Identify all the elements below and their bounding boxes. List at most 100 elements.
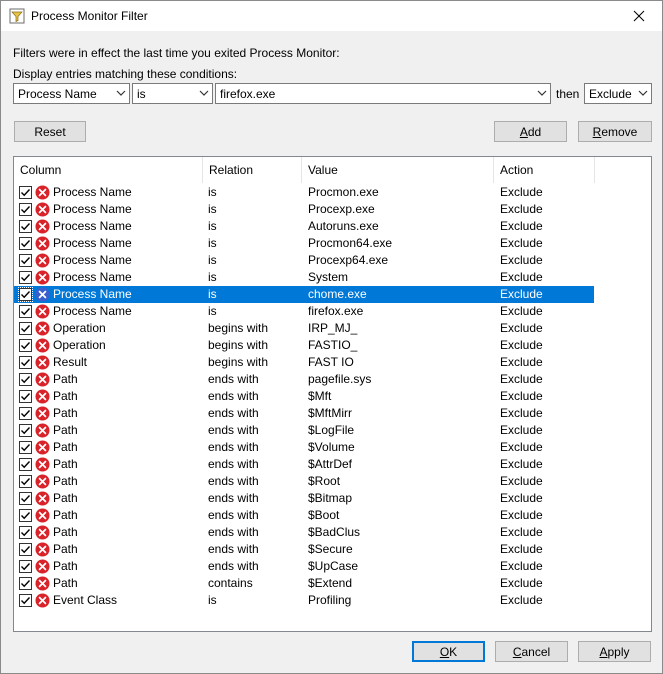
exclude-icon bbox=[35, 474, 50, 489]
action-select[interactable]: Exclude bbox=[584, 83, 652, 104]
cell-value: Profiling bbox=[308, 593, 352, 607]
row-checkbox[interactable] bbox=[19, 560, 32, 573]
value-combobox[interactable]: firefox.exe bbox=[215, 83, 551, 104]
row-checkbox[interactable] bbox=[19, 186, 32, 199]
checkmark-icon bbox=[21, 597, 31, 605]
row-checkbox[interactable] bbox=[19, 492, 32, 505]
row-checkbox[interactable] bbox=[19, 203, 32, 216]
row-checkbox[interactable] bbox=[19, 237, 32, 250]
apply-label-rest: pply bbox=[607, 644, 630, 659]
table-row[interactable]: Process Name is Procexp64.exe Exclude bbox=[14, 252, 594, 269]
add-button[interactable]: Add bbox=[494, 121, 567, 142]
relation-select[interactable]: is bbox=[132, 83, 213, 104]
row-checkbox[interactable] bbox=[19, 271, 32, 284]
table-row[interactable]: Path ends with $Boot Exclude bbox=[14, 507, 594, 524]
table-row[interactable]: Process Name is Autoruns.exe Exclude bbox=[14, 218, 594, 235]
table-row[interactable]: Path ends with $Root Exclude bbox=[14, 473, 594, 490]
cell-relation: contains bbox=[208, 576, 253, 590]
cell-relation: is bbox=[208, 185, 217, 199]
table-row[interactable]: Path ends with pagefile.sys Exclude bbox=[14, 371, 594, 388]
table-row[interactable]: Operation begins with IRP_MJ_ Exclude bbox=[14, 320, 594, 337]
row-checkbox[interactable] bbox=[18, 287, 33, 302]
table-row[interactable]: Process Name is firefox.exe Exclude bbox=[14, 303, 594, 320]
row-checkbox[interactable] bbox=[19, 373, 32, 386]
table-row[interactable]: Path ends with $UpCase Exclude bbox=[14, 558, 594, 575]
cancel-label-rest: ancel bbox=[521, 644, 551, 659]
cell-column: Path bbox=[53, 559, 78, 573]
row-checkbox[interactable] bbox=[19, 526, 32, 539]
row-checkbox[interactable] bbox=[19, 543, 32, 556]
column-select[interactable]: Process Name bbox=[13, 83, 130, 104]
exclude-icon bbox=[35, 576, 50, 591]
exclude-icon bbox=[35, 491, 50, 506]
ok-button[interactable]: OK bbox=[412, 641, 485, 662]
column-select-value: Process Name bbox=[18, 86, 97, 101]
table-row[interactable]: Process Name is System Exclude bbox=[14, 269, 594, 286]
table-row[interactable]: Result begins with FAST IO Exclude bbox=[14, 354, 594, 371]
table-row[interactable]: Path ends with $LogFile Exclude bbox=[14, 422, 594, 439]
row-checkbox[interactable] bbox=[19, 407, 32, 420]
row-checkbox[interactable] bbox=[19, 390, 32, 403]
column-header-column[interactable]: Column bbox=[14, 157, 203, 183]
table-row[interactable]: Path contains $Extend Exclude bbox=[14, 575, 594, 592]
table-row[interactable]: Process Name is chome.exe Exclude bbox=[14, 286, 594, 303]
table-row[interactable]: Process Name is Procmon.exe Exclude bbox=[14, 184, 594, 201]
checkmark-icon bbox=[21, 563, 31, 571]
row-checkbox[interactable] bbox=[19, 594, 32, 607]
table-row[interactable]: Event Class is Profiling Exclude bbox=[14, 592, 594, 609]
row-checkbox[interactable] bbox=[19, 220, 32, 233]
cell-relation: is bbox=[208, 236, 217, 250]
table-row[interactable]: Path ends with $Volume Exclude bbox=[14, 439, 594, 456]
apply-label-accesskey: A bbox=[599, 644, 608, 659]
exclude-icon bbox=[35, 457, 50, 472]
table-row[interactable]: Path ends with $MftMirr Exclude bbox=[14, 405, 594, 422]
row-checkbox[interactable] bbox=[19, 577, 32, 590]
list-header: Column Relation Value Action bbox=[14, 157, 651, 183]
row-checkbox[interactable] bbox=[19, 509, 32, 522]
table-row[interactable]: Process Name is Procmon64.exe Exclude bbox=[14, 235, 594, 252]
ok-label-accesskey: O bbox=[439, 644, 450, 659]
checkmark-icon bbox=[21, 393, 31, 401]
column-header-action[interactable]: Action bbox=[494, 157, 595, 183]
row-checkbox[interactable] bbox=[19, 458, 32, 471]
cell-relation: ends with bbox=[208, 491, 259, 505]
row-checkbox[interactable] bbox=[19, 424, 32, 437]
intro-text: Filters were in effect the last time you… bbox=[13, 46, 340, 60]
row-checkbox[interactable] bbox=[19, 475, 32, 488]
row-checkbox[interactable] bbox=[19, 356, 32, 369]
checkmark-icon bbox=[21, 223, 31, 231]
table-row[interactable]: Process Name is Procexp.exe Exclude bbox=[14, 201, 594, 218]
remove-button[interactable]: Remove bbox=[578, 121, 652, 142]
cell-value: $Volume bbox=[308, 440, 355, 454]
then-label: then bbox=[556, 87, 580, 101]
cell-relation: ends with bbox=[208, 372, 259, 386]
title-bar: Process Monitor Filter bbox=[1, 1, 662, 31]
cancel-button[interactable]: Cancel bbox=[495, 641, 568, 662]
table-row[interactable]: Path ends with $AttrDef Exclude bbox=[14, 456, 594, 473]
row-checkbox[interactable] bbox=[19, 305, 32, 318]
column-header-relation[interactable]: Relation bbox=[203, 157, 302, 183]
add-label-rest: dd bbox=[527, 124, 542, 139]
exclude-icon bbox=[35, 236, 50, 251]
column-header-value[interactable]: Value bbox=[302, 157, 494, 183]
table-row[interactable]: Path ends with $Secure Exclude bbox=[14, 541, 594, 558]
reset-button[interactable]: Reset bbox=[14, 121, 86, 142]
cell-value: $Secure bbox=[308, 542, 353, 556]
exclude-icon bbox=[35, 406, 50, 421]
table-row[interactable]: Path ends with $Bitmap Exclude bbox=[14, 490, 594, 507]
table-row[interactable]: Path ends with $BadClus Exclude bbox=[14, 524, 594, 541]
cell-column: Path bbox=[53, 542, 78, 556]
checkmark-icon bbox=[21, 342, 31, 350]
row-checkbox[interactable] bbox=[19, 441, 32, 454]
apply-button[interactable]: Apply bbox=[578, 641, 651, 662]
cell-relation: is bbox=[208, 202, 217, 216]
filter-list[interactable]: Column Relation Value Action Process Nam… bbox=[13, 156, 652, 632]
cell-action: Exclude bbox=[500, 185, 543, 199]
cell-column: Path bbox=[53, 440, 78, 454]
row-checkbox[interactable] bbox=[19, 254, 32, 267]
close-button[interactable] bbox=[616, 1, 662, 31]
row-checkbox[interactable] bbox=[19, 339, 32, 352]
table-row[interactable]: Operation begins with FASTIO_ Exclude bbox=[14, 337, 594, 354]
row-checkbox[interactable] bbox=[19, 322, 32, 335]
table-row[interactable]: Path ends with $Mft Exclude bbox=[14, 388, 594, 405]
